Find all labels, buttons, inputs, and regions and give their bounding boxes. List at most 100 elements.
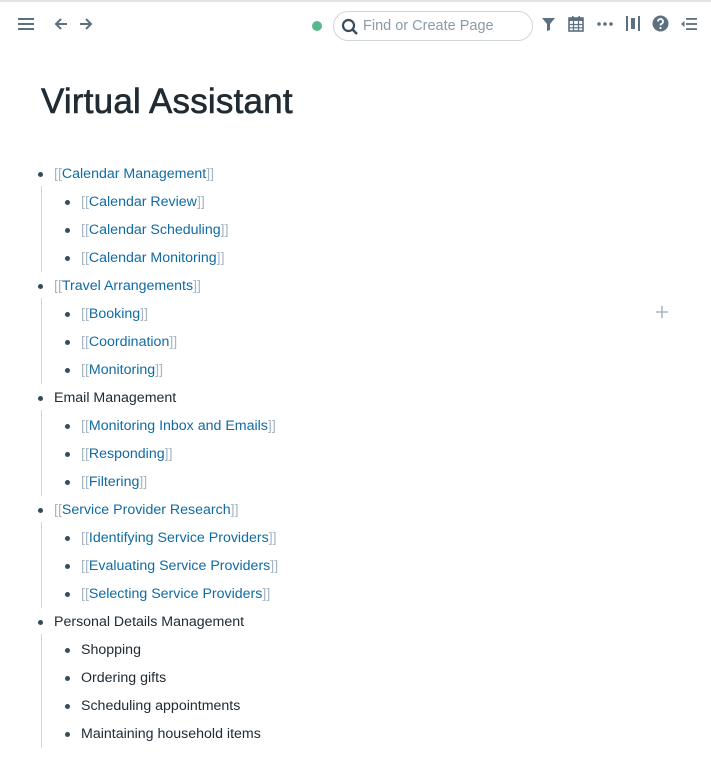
child-block-item[interactable]: [[Evaluating Service Providers]] [81, 552, 278, 580]
close-brackets: ]] [262, 586, 271, 602]
bullet[interactable] [38, 620, 43, 625]
page-link[interactable]: Monitoring [89, 362, 155, 378]
page-link[interactable]: Booking [89, 306, 140, 322]
search-icon [341, 18, 359, 36]
page-link[interactable]: Responding [89, 446, 165, 462]
block-item[interactable]: [[Service Provider Research]] [54, 496, 239, 524]
block-text: Shopping [81, 642, 141, 658]
child-block-item[interactable]: Shopping [81, 636, 141, 664]
block-text: Maintaining household items [81, 726, 261, 742]
right-sidebar-icon[interactable] [680, 16, 698, 32]
bullet[interactable] [65, 564, 70, 569]
bullet[interactable] [65, 256, 70, 261]
bullet[interactable] [65, 368, 70, 373]
child-block-item[interactable]: [[Coordination]] [81, 328, 177, 356]
page-link[interactable]: Calendar Monitoring [89, 250, 217, 266]
page-link[interactable]: Selecting Service Providers [89, 586, 262, 602]
page-link[interactable]: Monitoring Inbox and Emails [89, 418, 268, 434]
page-link[interactable]: Travel Arrangements [62, 278, 193, 294]
child-block-item[interactable]: [[Calendar Scheduling]] [81, 216, 229, 244]
arrow-left-icon[interactable] [53, 16, 69, 32]
bullet[interactable] [65, 228, 70, 233]
bullet[interactable] [65, 536, 70, 541]
open-brackets: [[ [81, 586, 89, 602]
top-bar [0, 2, 711, 46]
search-input[interactable] [363, 16, 523, 36]
calendar-icon[interactable] [568, 15, 584, 32]
bullet[interactable] [38, 508, 43, 513]
block-item[interactable]: [[Travel Arrangements]] [54, 272, 201, 300]
open-brackets: [[ [81, 222, 89, 238]
open-brackets: [[ [54, 166, 62, 182]
child-block-item[interactable]: [[Responding]] [81, 440, 173, 468]
bullet[interactable] [65, 704, 70, 709]
page-link[interactable]: Calendar Management [62, 166, 206, 182]
block-item[interactable]: [[Calendar Management]] [54, 160, 214, 188]
open-brackets: [[ [81, 334, 89, 350]
close-brackets: ]] [196, 194, 205, 210]
bullet[interactable] [38, 396, 43, 401]
bullet[interactable] [38, 172, 43, 177]
close-brackets: ]] [270, 558, 279, 574]
sync-status-indicator [312, 21, 322, 31]
close-brackets: ]] [268, 530, 277, 546]
block-item[interactable]: Personal Details Management [54, 608, 244, 636]
bullet[interactable] [65, 592, 70, 597]
open-brackets: [[ [54, 278, 62, 294]
block-text: Personal Details Management [54, 614, 245, 630]
sidebar-toggle-icon[interactable] [625, 15, 641, 32]
open-brackets: [[ [81, 446, 89, 462]
child-block-item[interactable]: [[Calendar Monitoring]] [81, 244, 225, 272]
plus-icon[interactable] [655, 305, 669, 319]
close-brackets: ]] [216, 250, 225, 266]
close-brackets: ]] [169, 334, 178, 350]
arrow-right-icon[interactable] [78, 16, 94, 32]
bullet[interactable] [65, 676, 70, 681]
children-thread-line [41, 298, 42, 384]
child-block-item[interactable]: Maintaining household items [81, 720, 261, 748]
child-block-item[interactable]: [[Identifying Service Providers]] [81, 524, 277, 552]
child-block-item[interactable]: [[Calendar Review]] [81, 188, 205, 216]
page-link[interactable]: Service Provider Research [62, 502, 231, 518]
hamburger-menu-icon[interactable] [17, 16, 35, 32]
children-thread-line [41, 410, 42, 496]
page-link[interactable]: Coordination [89, 334, 169, 350]
child-block-item[interactable]: [[Monitoring]] [81, 356, 163, 384]
close-brackets: ]] [193, 278, 201, 294]
children-thread-line [41, 634, 42, 748]
help-icon[interactable] [652, 15, 669, 32]
close-brackets: ]] [155, 362, 164, 378]
more-icon[interactable] [596, 16, 614, 32]
close-brackets: ]] [230, 502, 239, 518]
open-brackets: [[ [81, 474, 89, 490]
child-block-item[interactable]: [[Selecting Service Providers]] [81, 580, 270, 608]
filter-icon[interactable] [541, 16, 556, 32]
child-block-item[interactable]: Ordering gifts [81, 664, 166, 692]
bullet[interactable] [65, 424, 70, 429]
bullet[interactable] [65, 340, 70, 345]
children-thread-line [41, 522, 42, 608]
page-link[interactable]: Filtering [89, 474, 139, 490]
child-block-item[interactable]: [[Booking]] [81, 300, 148, 328]
bullet[interactable] [65, 200, 70, 205]
bullet[interactable] [65, 648, 70, 653]
bullet[interactable] [65, 732, 70, 737]
block-text: Email Management [54, 390, 177, 406]
block-item[interactable]: Email Management [54, 384, 176, 412]
child-block-item[interactable]: Scheduling appointments [81, 692, 240, 720]
page-link[interactable]: Calendar Scheduling [89, 222, 221, 238]
page-link[interactable]: Evaluating Service Providers [89, 558, 270, 574]
bullet[interactable] [65, 452, 70, 457]
bullet[interactable] [38, 284, 43, 289]
page-link[interactable]: Identifying Service Providers [89, 530, 269, 546]
search-bar[interactable] [333, 11, 533, 41]
open-brackets: [[ [54, 502, 62, 518]
bullet[interactable] [65, 312, 70, 317]
close-brackets: ]] [140, 306, 149, 322]
bullet[interactable] [65, 480, 70, 485]
child-block-item[interactable]: [[Monitoring Inbox and Emails]] [81, 412, 276, 440]
children-thread-line [41, 186, 42, 272]
child-block-item[interactable]: [[Filtering]] [81, 468, 147, 496]
page-link[interactable]: Calendar Review [89, 194, 197, 210]
close-brackets: ]] [206, 166, 215, 182]
